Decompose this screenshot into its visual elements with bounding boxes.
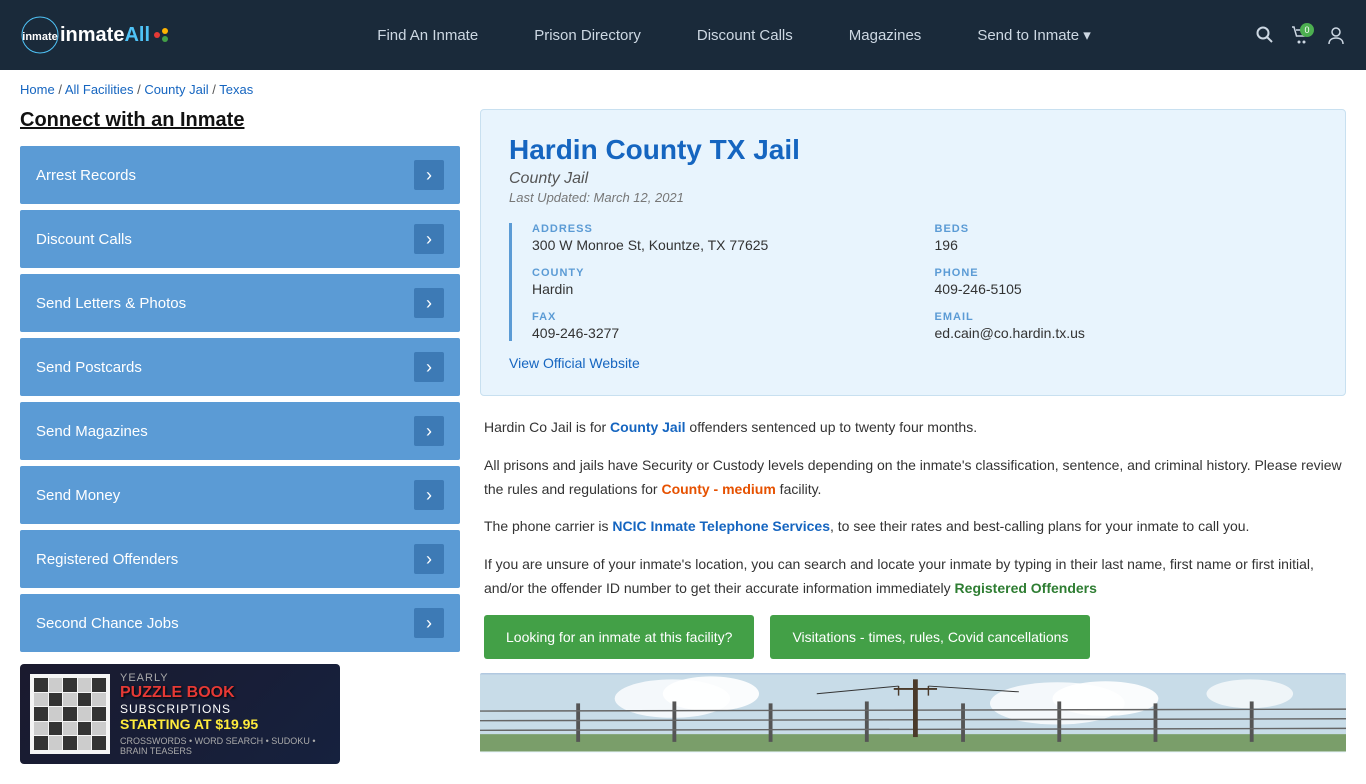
arrow-icon: › bbox=[414, 288, 444, 318]
facility-image bbox=[480, 673, 1346, 753]
nav-magazines[interactable]: Magazines bbox=[821, 0, 950, 70]
facility-updated: Last Updated: March 12, 2021 bbox=[509, 190, 1317, 205]
facility-name: Hardin County TX Jail bbox=[509, 134, 1317, 166]
sidebar-item-second-chance-jobs[interactable]: Second Chance Jobs › bbox=[20, 594, 460, 652]
facility-card: Hardin County TX Jail County Jail Last U… bbox=[480, 109, 1346, 396]
sidebar-item-send-letters[interactable]: Send Letters & Photos › bbox=[20, 274, 460, 332]
county-jail-link[interactable]: County Jail bbox=[610, 419, 685, 435]
fax-value: 409-246-3277 bbox=[532, 325, 915, 341]
sidebar-item-label: Send Postcards bbox=[36, 359, 142, 376]
sidebar-item-send-magazines[interactable]: Send Magazines › bbox=[20, 402, 460, 460]
facility-info: ADDRESS 300 W Monroe St, Kountze, TX 776… bbox=[509, 223, 1317, 341]
beds-value: 196 bbox=[935, 237, 1318, 253]
fax-field: FAX 409-246-3277 bbox=[532, 311, 915, 341]
email-label: EMAIL bbox=[935, 311, 1318, 323]
cart-badge: 0 bbox=[1300, 23, 1314, 37]
search-button[interactable] bbox=[1256, 26, 1274, 44]
sidebar-item-registered-offenders[interactable]: Registered Offenders › bbox=[20, 530, 460, 588]
sidebar-item-arrest-records[interactable]: Arrest Records › bbox=[20, 146, 460, 204]
arrow-icon: › bbox=[414, 416, 444, 446]
logo[interactable]: inmate inmateAll bbox=[20, 15, 172, 55]
sidebar: Connect with an Inmate Arrest Records › … bbox=[20, 109, 460, 764]
sidebar-item-discount-calls[interactable]: Discount Calls › bbox=[20, 210, 460, 268]
breadcrumb-all-facilities[interactable]: All Facilities bbox=[65, 82, 134, 97]
nav-discount-calls[interactable]: Discount Calls bbox=[669, 0, 821, 70]
sidebar-item-send-money[interactable]: Send Money › bbox=[20, 466, 460, 524]
county-value: Hardin bbox=[532, 281, 915, 297]
user-icon bbox=[1326, 25, 1346, 45]
beds-label: BEDS bbox=[935, 223, 1318, 235]
sidebar-item-label: Second Chance Jobs bbox=[36, 615, 179, 632]
official-website-link[interactable]: View Official Website bbox=[509, 355, 640, 371]
nav-find-inmate[interactable]: Find An Inmate bbox=[349, 0, 506, 70]
nav-links: Find An Inmate Prison Directory Discount… bbox=[212, 0, 1256, 70]
visitation-button[interactable]: Visitations - times, rules, Covid cancel… bbox=[770, 615, 1090, 659]
action-buttons: Looking for an inmate at this facility? … bbox=[484, 615, 1342, 659]
user-button[interactable] bbox=[1326, 25, 1346, 45]
fax-label: FAX bbox=[532, 311, 915, 323]
county-medium-link[interactable]: County - medium bbox=[661, 481, 775, 497]
desc-p3: The phone carrier is NCIC Inmate Telepho… bbox=[484, 515, 1342, 539]
right-content: Hardin County TX Jail County Jail Last U… bbox=[480, 109, 1346, 764]
ad-puzzle-book: PUZZLE BOOK bbox=[120, 684, 330, 702]
breadcrumb: Home / All Facilities / County Jail / Te… bbox=[0, 70, 1366, 109]
ad-subscriptions: SUBSCRIPTIONS bbox=[120, 702, 330, 716]
facility-website: View Official Website bbox=[509, 355, 1317, 371]
arrow-icon: › bbox=[414, 544, 444, 574]
phone-field: PHONE 409-246-5105 bbox=[935, 267, 1318, 297]
county-field: COUNTY Hardin bbox=[532, 267, 915, 297]
address-label: ADDRESS bbox=[532, 223, 915, 235]
sidebar-item-label: Send Money bbox=[36, 487, 120, 504]
navigation: inmate inmateAll Find An Inmate Prison D… bbox=[0, 0, 1366, 70]
nav-send-to-inmate[interactable]: Send to Inmate ▾ bbox=[949, 0, 1118, 70]
arrow-icon: › bbox=[414, 480, 444, 510]
sidebar-item-label: Arrest Records bbox=[36, 167, 136, 184]
address-value: 300 W Monroe St, Kountze, TX 77625 bbox=[532, 237, 915, 253]
ad-starting-price: STARTING AT $19.95 bbox=[120, 716, 330, 732]
ncic-link[interactable]: NCIC Inmate Telephone Services bbox=[612, 518, 830, 534]
county-label: COUNTY bbox=[532, 267, 915, 279]
arrow-icon: › bbox=[414, 352, 444, 382]
ad-yearly: YEARLY bbox=[120, 672, 330, 684]
nav-prison-directory[interactable]: Prison Directory bbox=[506, 0, 669, 70]
ad-puzzle-types: CROSSWORDS • WORD SEARCH • SUDOKU • BRAI… bbox=[120, 736, 330, 756]
email-value: ed.cain@co.hardin.tx.us bbox=[935, 325, 1318, 341]
breadcrumb-state[interactable]: Texas bbox=[219, 82, 253, 97]
beds-field: BEDS 196 bbox=[935, 223, 1318, 253]
main-content: Connect with an Inmate Arrest Records › … bbox=[0, 109, 1366, 784]
registered-offenders-link[interactable]: Registered Offenders bbox=[955, 580, 1097, 596]
logo-icon: inmate bbox=[20, 15, 60, 55]
desc-p4: If you are unsure of your inmate's locat… bbox=[484, 553, 1342, 601]
sidebar-item-label: Discount Calls bbox=[36, 231, 132, 248]
phone-label: PHONE bbox=[935, 267, 1318, 279]
logo-text: inmateAll bbox=[60, 24, 150, 47]
advertisement[interactable]: YEARLY PUZZLE BOOK SUBSCRIPTIONS STARTIN… bbox=[20, 664, 340, 764]
sidebar-item-label: Send Letters & Photos bbox=[36, 295, 186, 312]
arrow-icon: › bbox=[414, 224, 444, 254]
sidebar-title: Connect with an Inmate bbox=[20, 109, 460, 132]
nav-icons: 0 bbox=[1256, 25, 1346, 45]
cart-button[interactable]: 0 bbox=[1290, 25, 1310, 45]
search-icon bbox=[1256, 26, 1274, 44]
phone-value: 409-246-5105 bbox=[935, 281, 1318, 297]
arrow-icon: › bbox=[414, 160, 444, 190]
logo-dots-icon bbox=[152, 25, 172, 45]
sidebar-item-label: Registered Offenders bbox=[36, 551, 178, 568]
facility-photo bbox=[480, 673, 1346, 753]
ad-text: YEARLY PUZZLE BOOK SUBSCRIPTIONS STARTIN… bbox=[120, 672, 330, 756]
ad-puzzle-image bbox=[30, 674, 110, 754]
facility-type: County Jail bbox=[509, 170, 1317, 188]
svg-text:inmate: inmate bbox=[22, 31, 57, 43]
breadcrumb-home[interactable]: Home bbox=[20, 82, 55, 97]
email-field: EMAIL ed.cain@co.hardin.tx.us bbox=[935, 311, 1318, 341]
breadcrumb-county-jail[interactable]: County Jail bbox=[144, 82, 208, 97]
looking-for-inmate-button[interactable]: Looking for an inmate at this facility? bbox=[484, 615, 754, 659]
arrow-icon: › bbox=[414, 608, 444, 638]
address-field: ADDRESS 300 W Monroe St, Kountze, TX 776… bbox=[532, 223, 915, 253]
desc-p1: Hardin Co Jail is for County Jail offend… bbox=[484, 416, 1342, 440]
sidebar-item-send-postcards[interactable]: Send Postcards › bbox=[20, 338, 460, 396]
sidebar-item-label: Send Magazines bbox=[36, 423, 148, 440]
desc-p2: All prisons and jails have Security or C… bbox=[484, 454, 1342, 502]
facility-description: Hardin Co Jail is for County Jail offend… bbox=[480, 416, 1346, 659]
